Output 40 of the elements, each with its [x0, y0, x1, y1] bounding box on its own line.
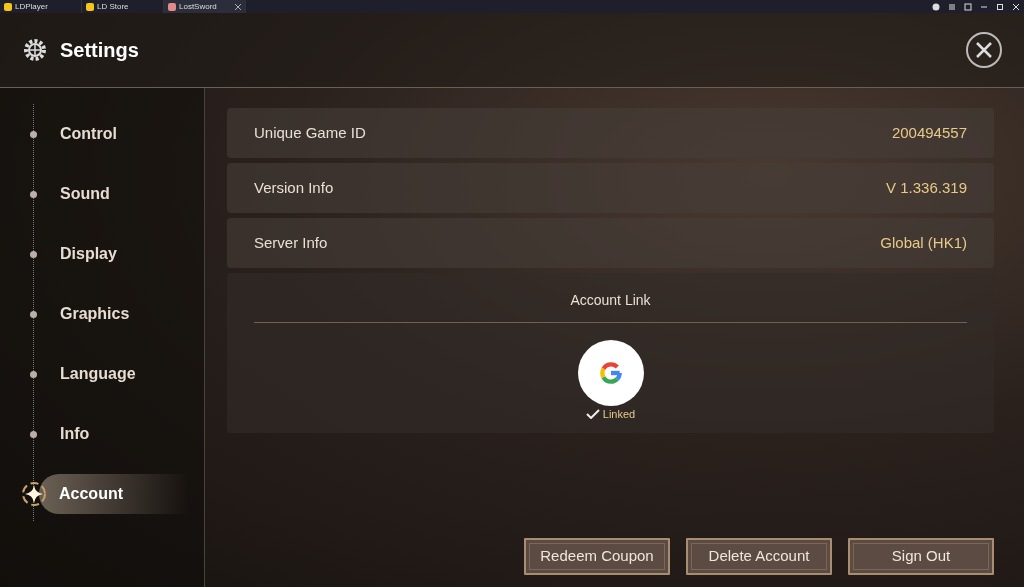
- sidebar-item[interactable]: Language: [0, 344, 204, 404]
- close-button[interactable]: [966, 32, 1002, 68]
- info-label: Version Info: [254, 177, 334, 198]
- bullet-icon: [30, 370, 37, 378]
- window-icon[interactable]: [964, 2, 972, 11]
- bullet-icon: [30, 190, 37, 198]
- link-status: Linked: [585, 406, 636, 423]
- app-icon: [168, 2, 176, 11]
- action-button[interactable]: Sign Out: [848, 538, 994, 575]
- info-value: Global (HK1): [880, 232, 967, 253]
- sidebar-item[interactable]: Sound: [0, 164, 204, 224]
- bullet-icon: [30, 250, 37, 258]
- check-icon: [585, 409, 600, 420]
- info-label: Unique Game ID: [254, 122, 366, 143]
- app-icon: [86, 2, 94, 11]
- sidebar-item[interactable]: Display: [0, 224, 204, 284]
- app-tab[interactable]: LDPlayer: [0, 0, 82, 13]
- account-icon[interactable]: [932, 2, 940, 11]
- action-button[interactable]: Delete Account: [686, 538, 832, 575]
- app-icon: [4, 2, 12, 11]
- info-value: V 1.336.319: [886, 177, 967, 198]
- sidebar-item[interactable]: Info: [0, 404, 204, 464]
- bullet-icon: [30, 430, 37, 438]
- bullet-icon: [30, 310, 37, 318]
- sidebar-item[interactable]: Control: [0, 104, 204, 164]
- info-value: 200494557: [891, 122, 967, 143]
- section-title: Account Link: [254, 273, 967, 323]
- sparkle-icon: [21, 481, 47, 507]
- info-label: Server Info: [254, 232, 328, 253]
- app-tab[interactable]: LostSword: [164, 0, 246, 13]
- action-button[interactable]: Redeem Coupon: [524, 538, 670, 575]
- sidebar-item[interactable]: Account: [0, 464, 204, 524]
- bullet-icon: [30, 130, 37, 138]
- google-logo-icon: [597, 360, 624, 386]
- gear-icon: [22, 37, 48, 63]
- menu-icon[interactable]: [948, 2, 956, 11]
- close-icon[interactable]: [235, 3, 241, 10]
- page-title: Settings: [60, 38, 139, 63]
- maximize-icon[interactable]: [996, 2, 1004, 11]
- sidebar-item[interactable]: Graphics: [0, 284, 204, 344]
